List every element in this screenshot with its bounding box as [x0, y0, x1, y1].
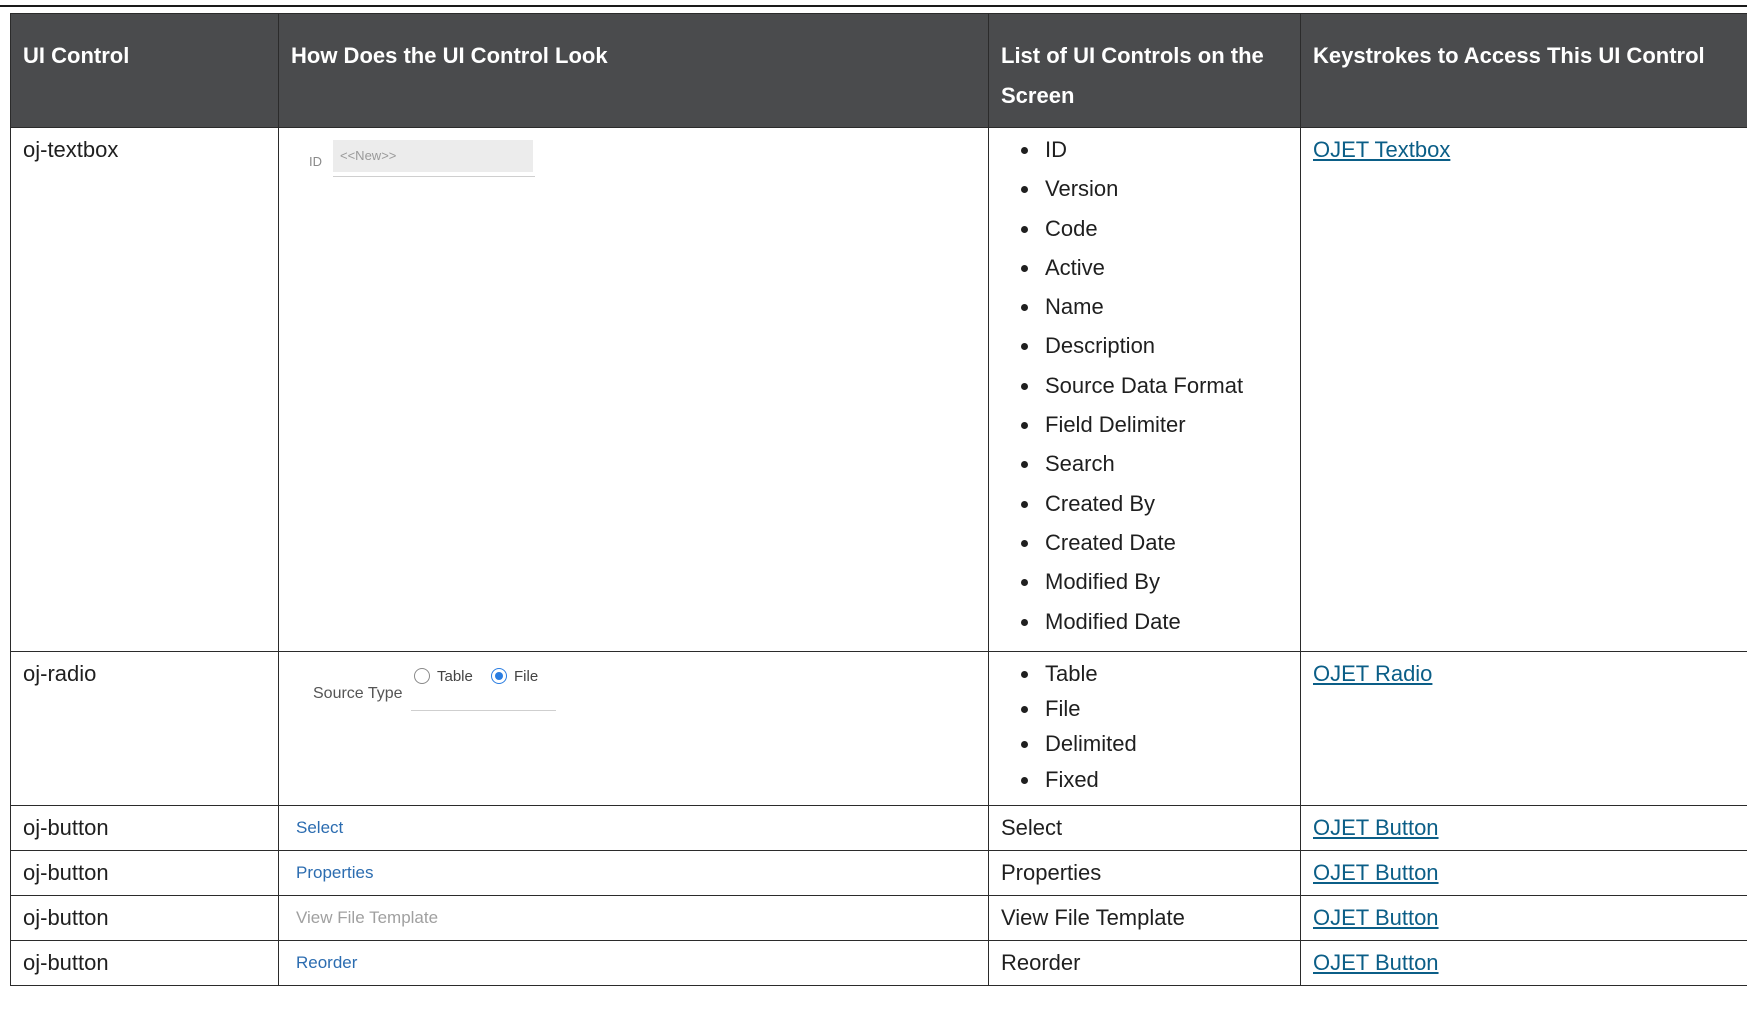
table-row: oj-textbox ID <<New>> ID Version Code Ac…: [10, 127, 1747, 652]
table-row: oj-radio Source Type Table File Table Fi…: [10, 650, 1747, 807]
list-item: Field Delimiter: [1001, 409, 1288, 448]
control-preview: Reorder: [278, 940, 989, 987]
control-list: Table File Delimited Fixed: [988, 650, 1301, 807]
radio-unselected-icon: [414, 667, 430, 684]
radio-selected-icon: [491, 667, 507, 684]
control-preview: ID <<New>>: [278, 127, 989, 652]
keystroke-cell: OJET Radio: [1300, 650, 1747, 807]
header-keystrokes: Keystrokes to Access This UI Control: [1300, 13, 1747, 128]
list-item: Active: [1001, 252, 1288, 291]
control-item: View File Template: [988, 895, 1301, 942]
ojet-button-link[interactable]: OJET Button: [1313, 950, 1439, 975]
textbox-mock-field: <<New>>: [333, 140, 533, 172]
keystroke-cell: OJET Textbox: [1300, 127, 1747, 652]
radio-option-table: Table: [437, 667, 473, 685]
control-preview: Source Type Table File: [278, 650, 989, 807]
header-list-of-controls: List of UI Controls on the Screen: [988, 13, 1301, 128]
control-name: oj-textbox: [10, 127, 279, 652]
list-item: Delimited: [1001, 728, 1288, 763]
list-item: ID: [1001, 134, 1288, 173]
textbox-mock: ID <<New>>: [291, 134, 976, 194]
control-preview: Select: [278, 805, 989, 852]
list-item: Modified By: [1001, 566, 1288, 605]
view-file-template-button-mock: View File Template: [296, 908, 439, 928]
list-item: File: [1001, 693, 1288, 728]
keystroke-cell: OJET Button: [1300, 940, 1747, 987]
ojet-button-link[interactable]: OJET Button: [1313, 905, 1439, 930]
control-preview: Properties: [278, 850, 989, 897]
list-item: Description: [1001, 330, 1288, 369]
list-item: Search: [1001, 448, 1288, 487]
ojet-button-link[interactable]: OJET Button: [1313, 815, 1439, 840]
list-item: Modified Date: [1001, 606, 1288, 645]
control-item: Select: [988, 805, 1301, 852]
radio-mock-label: Source Type: [313, 684, 403, 702]
list-item: Version: [1001, 173, 1288, 212]
list-item: Source Data Format: [1001, 370, 1288, 409]
radio-mock-underline: [411, 709, 556, 711]
control-item: Properties: [988, 850, 1301, 897]
list-item: Created Date: [1001, 527, 1288, 566]
control-name: oj-button: [10, 895, 279, 942]
keystroke-cell: OJET Button: [1300, 805, 1747, 852]
ojet-textbox-link[interactable]: OJET Textbox: [1313, 137, 1450, 162]
list-item: Fixed: [1001, 764, 1288, 799]
table-row: oj-button View File Template View File T…: [10, 895, 1747, 942]
control-name: oj-button: [10, 850, 279, 897]
textbox-mock-underline: [333, 176, 535, 177]
textbox-mock-label: ID: [309, 154, 322, 169]
list-item: Table: [1001, 658, 1288, 693]
header-ui-control: UI Control: [10, 13, 279, 128]
control-preview: View File Template: [278, 895, 989, 942]
keystroke-cell: OJET Button: [1300, 895, 1747, 942]
top-rule: [0, 5, 1747, 7]
table-row: oj-button Reorder Reorder OJET Button: [10, 940, 1747, 987]
ojet-radio-link[interactable]: OJET Radio: [1313, 661, 1432, 686]
radio-mock: Source Type Table File: [291, 658, 976, 728]
control-list-items: Table File Delimited Fixed: [1001, 658, 1288, 799]
keystroke-cell: OJET Button: [1300, 850, 1747, 897]
properties-button-mock: Properties: [296, 863, 374, 883]
ui-controls-table: UI Control How Does the UI Control Look …: [10, 13, 1747, 987]
reorder-button-mock: Reorder: [296, 953, 358, 973]
control-item: Reorder: [988, 940, 1301, 987]
control-name: oj-button: [10, 805, 279, 852]
control-name: oj-radio: [10, 650, 279, 807]
list-item: Name: [1001, 291, 1288, 330]
control-name: oj-button: [10, 940, 279, 987]
list-item: Created By: [1001, 488, 1288, 527]
select-button-mock: Select: [296, 818, 344, 838]
control-list-items: ID Version Code Active Name Description …: [1001, 134, 1288, 645]
control-list: ID Version Code Active Name Description …: [988, 127, 1301, 652]
table-row: oj-button Properties Properties OJET But…: [10, 850, 1747, 897]
header-how-it-looks: How Does the UI Control Look: [278, 13, 989, 128]
table-row: oj-button Select Select OJET Button: [10, 805, 1747, 852]
list-item: Code: [1001, 213, 1288, 252]
radio-option-file: File: [514, 667, 539, 685]
table-header-row: UI Control How Does the UI Control Look …: [10, 13, 1747, 128]
ojet-button-link[interactable]: OJET Button: [1313, 860, 1439, 885]
